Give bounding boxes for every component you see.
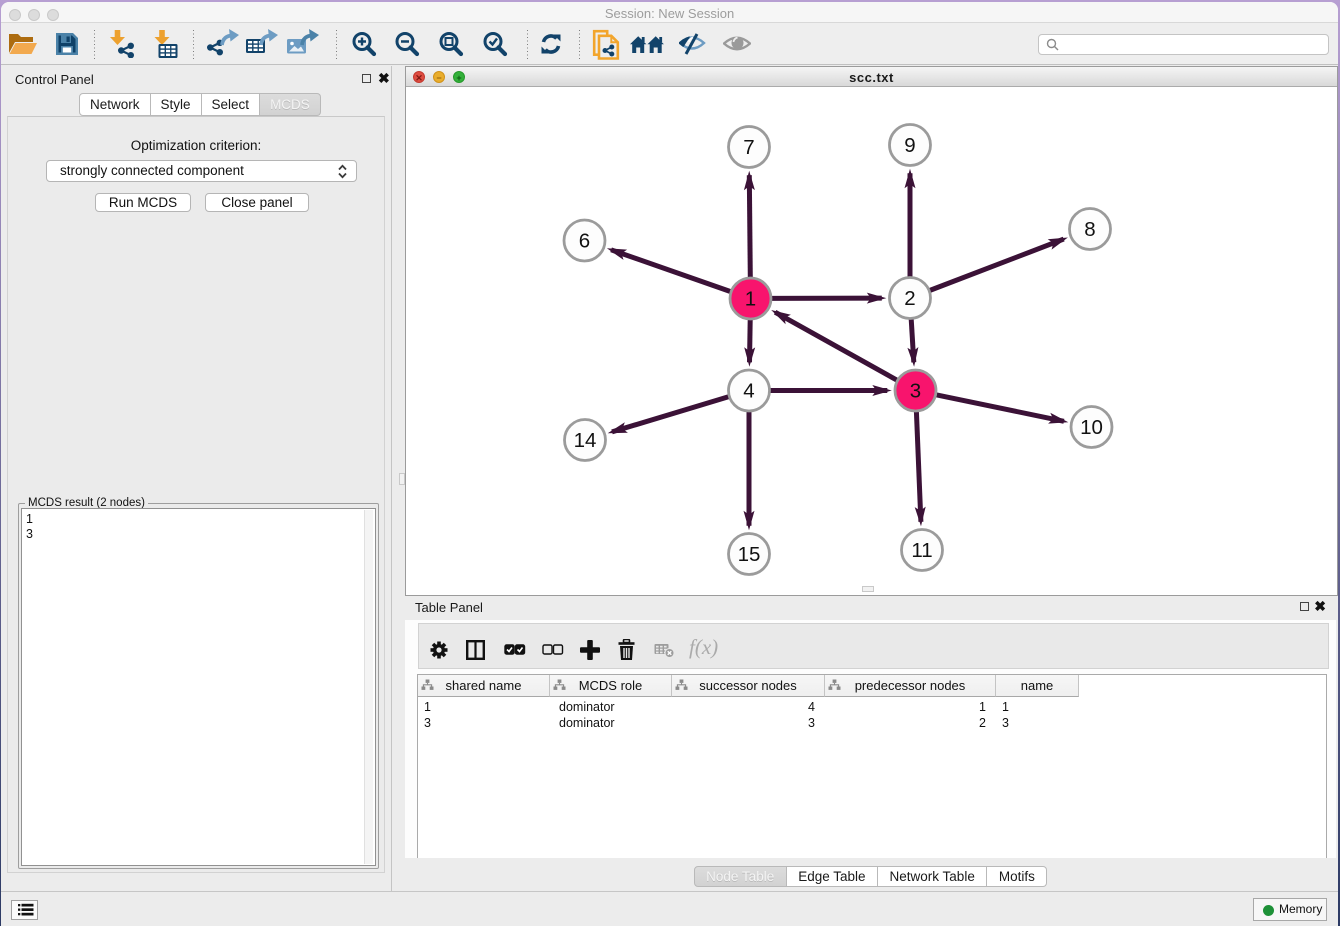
svg-text:14: 14 [574, 429, 597, 452]
svg-text:11: 11 [911, 539, 932, 562]
svg-text:4: 4 [743, 380, 754, 403]
svg-text:1: 1 [745, 288, 756, 311]
svg-text:10: 10 [1080, 416, 1103, 439]
svg-text:3: 3 [910, 380, 921, 403]
svg-text:8: 8 [1084, 218, 1095, 241]
svg-text:15: 15 [738, 543, 761, 566]
svg-text:9: 9 [904, 134, 915, 157]
svg-text:6: 6 [579, 230, 590, 253]
svg-text:7: 7 [743, 136, 754, 159]
svg-text:2: 2 [904, 287, 915, 310]
